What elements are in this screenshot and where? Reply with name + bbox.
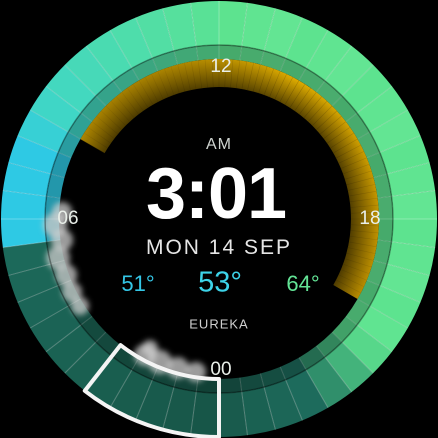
hour-label-12: 12 [210, 56, 232, 77]
temperature-current: 53° [198, 266, 242, 299]
location-label: EUREKA [189, 316, 249, 332]
hour-label-00: 00 [210, 359, 232, 380]
digital-time: 3:01 [145, 154, 287, 234]
am-pm-indicator: AM [206, 136, 232, 153]
hour-label-18: 18 [359, 208, 381, 229]
hour-label-06: 06 [57, 208, 79, 229]
date-display: MON 14 SEP [145, 236, 293, 259]
temperature-low: 51° [121, 271, 155, 296]
temperature-high: 64° [286, 271, 320, 296]
